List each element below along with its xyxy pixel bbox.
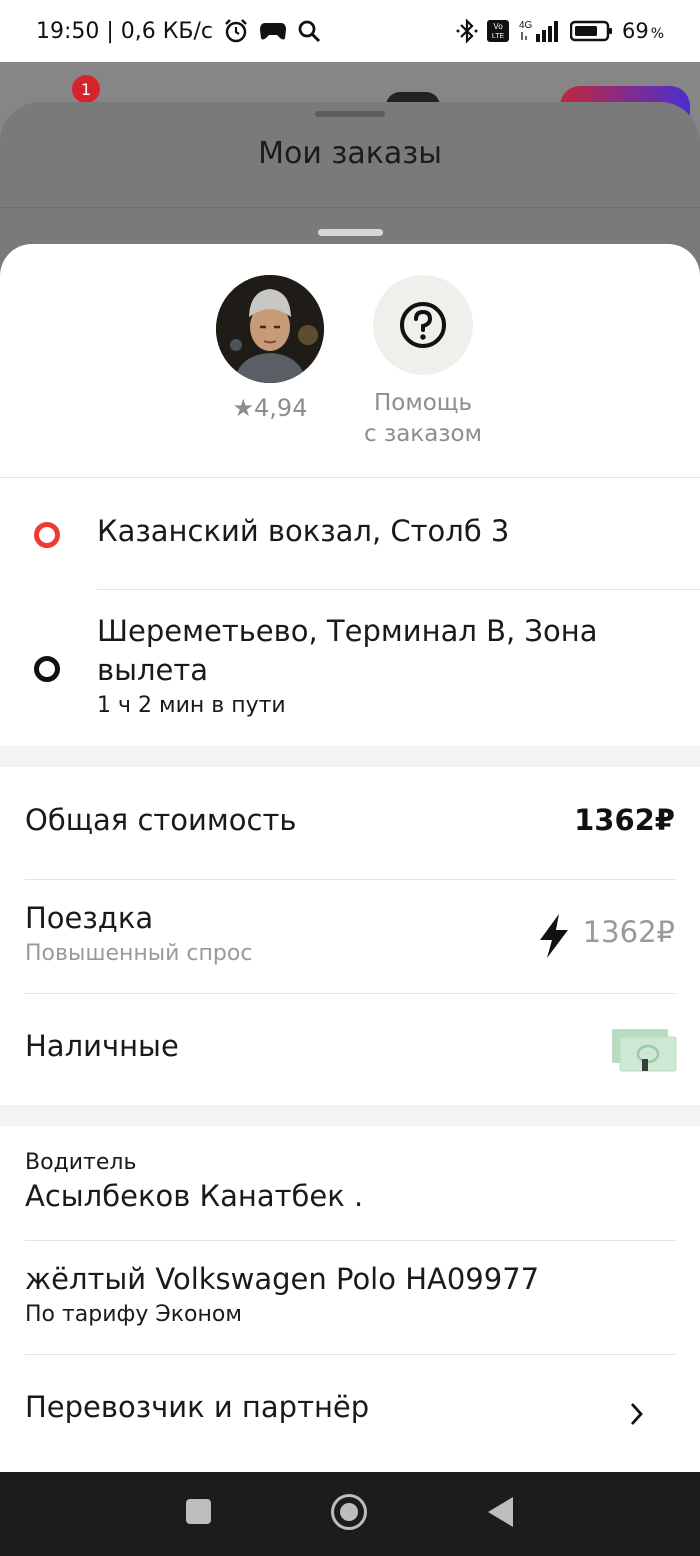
recent-apps-button[interactable] [186,1499,211,1524]
destination-line1: Шереметьево, Терминал В, Зона [97,614,598,648]
divider [25,993,676,994]
trip-duration: 1 ч 2 мин в пути [97,693,286,718]
driver-name: Асылбеков Канатбек . [25,1179,364,1213]
status-right: Vo LTE 4G 69 % [456,18,664,44]
svg-text:4G: 4G [519,20,533,31]
origin-dot-icon [34,522,60,548]
car-description: жёлтый Volkswagen Polo НА09977 [25,1262,540,1296]
carrier-partner-row[interactable]: Перевозчик и партнёр [0,1355,700,1465]
total-cost-label: Общая стоимость [25,803,297,837]
orders-sheet-handle[interactable] [315,111,385,117]
total-cost-value: 1362₽ [574,803,675,837]
driver-rating: ★4,94 [232,394,308,422]
carrier-partner-label: Перевозчик и партнёр [25,1390,370,1424]
status-bar: 19:50 | 0,6 КБ/с Vo LTE 4G 69 % [0,0,700,62]
chevron-right-icon [630,1403,643,1425]
battery-percent: 69 [621,19,649,43]
route-origin[interactable]: Казанский вокзал, Столб 3 [97,512,509,551]
help-label[interactable]: Помощь с заказом [343,388,503,450]
driver-caption: Водитель [25,1150,137,1175]
lightning-icon [540,914,568,958]
help-label-line1: Помощь [373,390,472,416]
divider [97,589,700,590]
help-button[interactable] [373,275,473,375]
driver-photo [216,275,324,383]
section-separator [0,1105,700,1126]
alarm-icon [223,18,249,44]
order-sheet-handle[interactable] [318,229,383,236]
divider [0,477,700,478]
divider [0,207,700,208]
status-time-speed: 19:50 | 0,6 КБ/с [36,18,213,44]
system-nav-bar [0,1472,700,1556]
destination-line2: вылета [97,653,209,687]
section-separator [0,746,700,767]
help-label-line2: с заказом [364,421,482,447]
search-icon [297,19,321,43]
question-icon [400,302,446,348]
bluetooth-icon [456,18,478,44]
trip-label: Поездка [25,901,154,935]
route-destination[interactable]: Шереметьево, Терминал В, Зона вылета [97,612,598,690]
payment-method-label: Наличные [25,1029,179,1063]
signal-4g-icon: 4G [518,18,562,44]
destination-dot-icon [34,656,60,682]
svg-text:Vo: Vo [493,22,503,31]
back-button[interactable] [488,1497,513,1527]
surge-label: Повышенный спрос [25,941,253,966]
cash-icon [612,1029,677,1072]
battery-icon [569,19,614,43]
trip-cost-value: 1362₽ [582,915,675,949]
battery-percent-sign: % [650,26,664,42]
divider [25,879,676,880]
notification-badge: 1 [72,75,100,103]
volte-icon: Vo LTE [486,19,510,43]
sheet-title: Мои заказы [258,136,442,171]
divider [25,1240,676,1241]
home-button[interactable] [331,1494,367,1530]
gamepad-icon [259,20,287,42]
svg-text:LTE: LTE [492,33,505,40]
order-details-sheet: ★4,94 Помощь с заказом Казанский вокзал,… [0,244,700,1472]
status-left: 19:50 | 0,6 КБ/с [36,18,321,44]
driver-avatar[interactable] [216,275,324,383]
tariff-label: По тарифу Эконом [25,1302,242,1327]
